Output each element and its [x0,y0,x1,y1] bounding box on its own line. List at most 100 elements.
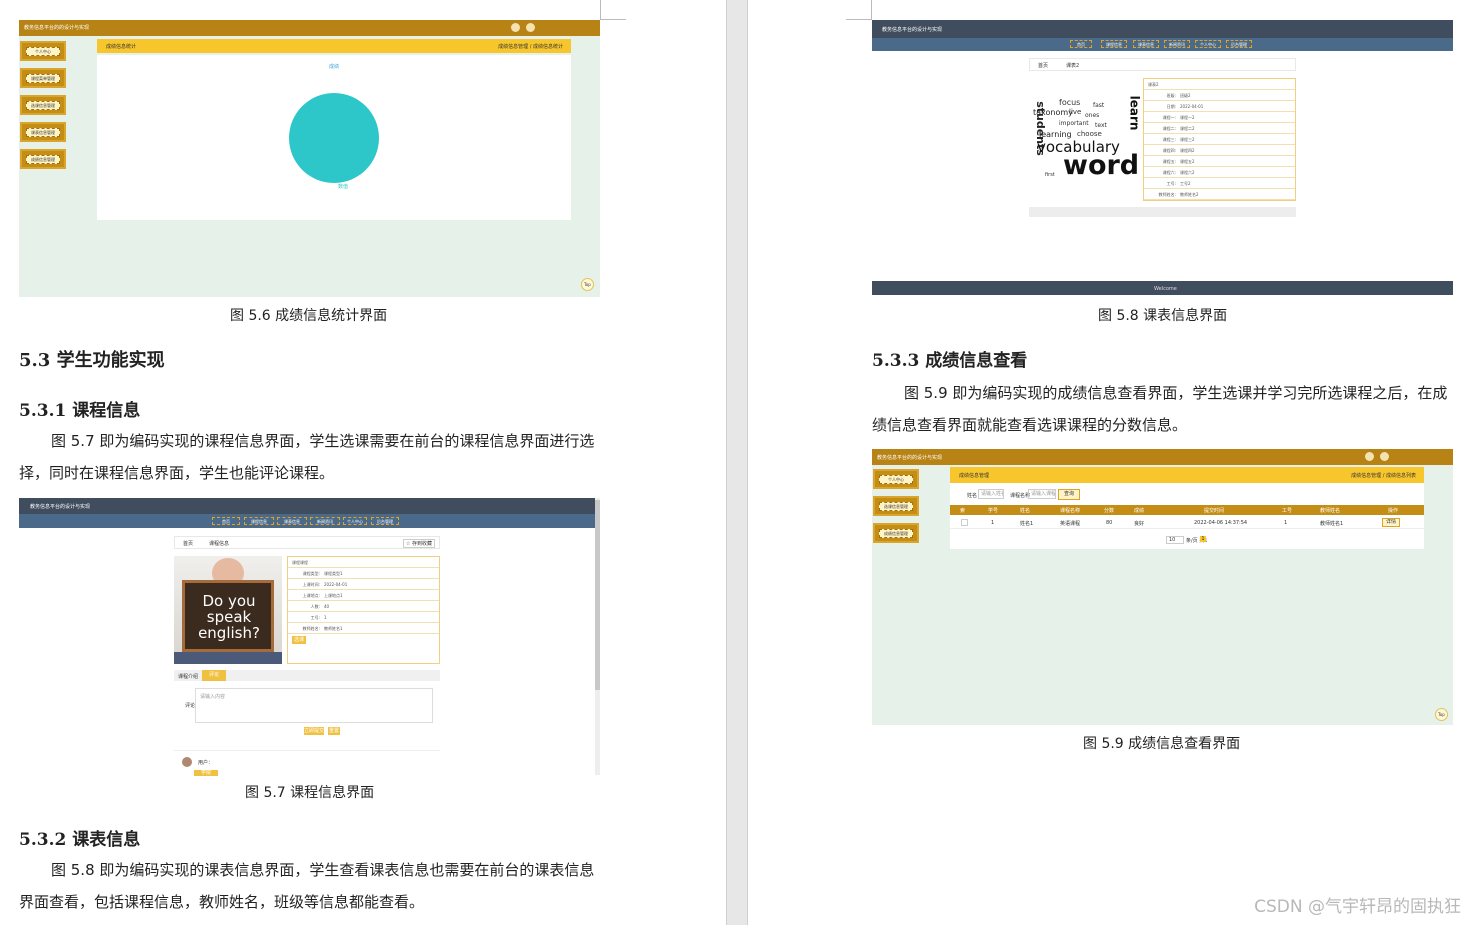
form-value: 2022-04-01 [1180,104,1204,109]
nav-item[interactable]: 课程信息 [1101,40,1127,48]
crop-mark [871,0,872,20]
form-value: 工号2 [1180,181,1191,186]
reply-button[interactable]: 学院 [194,770,218,776]
form-key: 课程五: [1162,159,1176,164]
tab-comment[interactable]: 评论 [202,670,226,681]
breadcrumb-home[interactable]: 首页 [1038,62,1048,69]
form-value: 教师姓名1 [324,626,343,631]
sidebar-shadow [19,172,67,297]
side-menu-label: 成绩信息管理 [879,529,913,538]
wordcloud-image: students learn taxonomy focus important … [1029,78,1141,188]
app-title: 教务信息平台的的设计与实现 [24,25,90,31]
crop-mark [600,19,626,20]
nav-item[interactable]: 后台管理 [1226,40,1252,48]
paragraph: 图 5.8 即为编码实现的课表信息界面，学生查看课表信息也需要在前台的课表信息界… [19,861,595,911]
footer-text: Welcome [1154,286,1177,292]
page-gutter [726,0,748,925]
form-value: 上课地点1 [324,593,343,598]
wordcloud-word: important [1059,120,1089,127]
favorite-button[interactable]: ☆ 存到收藏 [402,539,435,548]
pie-chart [289,93,379,183]
page-size-select[interactable]: 10 [1166,536,1184,544]
nav-item[interactable]: 个人中心 [343,517,367,525]
form-value: 教师姓名2 [1180,192,1199,197]
csdn-watermark: CSDN @气宇轩昂的固执狂 [1254,897,1461,917]
user-icon[interactable] [1380,452,1389,461]
fullscreen-icon[interactable] [511,23,520,32]
nav-item[interactable]: 个人中心 [1195,40,1221,48]
table-header-cell: 成绩 [1134,508,1145,514]
back-to-top-button[interactable]: Top [1435,708,1448,721]
form-key: 日期: [1166,104,1176,109]
side-menu-label: 选课信息管理 [879,502,913,511]
form-key: 上课时间: [302,582,320,587]
form-key: 课程类型: [302,571,320,576]
side-menu-item[interactable]: 成绩信息管理 [873,523,919,543]
wordcloud-word: ones [1085,112,1100,119]
nav-item[interactable]: 课程信息 [244,517,274,525]
form-key: 教师姓名: [1158,192,1176,197]
detail-button[interactable]: 详情 [1382,518,1400,527]
wordcloud-word: taxonomy [1033,108,1073,117]
sidebar-shadow [872,547,920,725]
submit-button[interactable]: 立即提交 [304,727,324,735]
figure-5-7-screenshot: 教务信息平台的设计与实现 首页 课程信息 课表信息 新闻资讯 个人中心 后台管理… [19,498,600,776]
table-cell: 2022-04-06 14:37:54 [1194,520,1248,526]
nav-item[interactable]: 新闻资讯 [1164,40,1190,48]
form-value: 2022-04-01 [324,582,348,587]
search-input-course[interactable]: 请输入课程名 [1028,489,1056,499]
wordcloud-word-big: word [1063,150,1140,181]
side-menu-item[interactable]: 个人中心 [20,41,66,61]
form-key: 课程二: [1162,126,1176,131]
row-checkbox[interactable] [961,519,968,526]
form-row: 上课时间: 2022-04-01 [288,579,439,590]
breadcrumb-bar: 成绩信息统计 成绩信息管理 / 成绩信息统计 [97,39,571,53]
form-key: 课程三: [1162,137,1176,142]
figure-caption: 图 5.8 课表信息界面 [1098,308,1228,324]
reset-button[interactable]: 重置 [328,727,340,735]
side-menu-item[interactable]: 课程菜单管理 [20,68,66,88]
fullscreen-icon[interactable] [1365,452,1374,461]
form-key: 课程一: [1162,115,1176,120]
form-row: 课程三: 课程三2 [1144,134,1295,145]
comment-label: 评论 [185,703,196,709]
pie-slice [289,93,379,183]
nav-item[interactable]: 后台管理 [371,517,399,525]
side-menu-label: 个人中心 [26,47,60,56]
form-row: 课程二: 课程二2 [1144,123,1295,134]
pagination-page[interactable]: 1 [1200,536,1206,542]
nav-item[interactable]: 课表信息 [1133,40,1159,48]
side-menu-item[interactable]: 个人中心 [873,469,919,489]
section-heading: 5.3 学生功能实现 [19,350,165,371]
nav-item[interactable]: 新闻资讯 [310,517,340,525]
comment-textarea[interactable]: 请输入内容 [195,688,433,723]
person-shirt [174,652,282,664]
search-input-name[interactable]: 请输入姓名 [978,489,1004,499]
back-to-top-button[interactable]: Top [581,278,594,291]
side-menu-item[interactable]: 选课信息管理 [20,95,66,115]
breadcrumb-home[interactable]: 首页 [183,540,193,547]
form-title: 课程课程 [288,557,439,568]
side-menu-item[interactable]: 选课信息管理 [873,496,919,516]
user-icon[interactable] [526,23,535,32]
breadcrumb-current: 课程信息 [209,541,230,547]
nav-item[interactable]: 课表信息 [277,517,307,525]
paragraph: 图 5.7 即为编码实现的课程信息界面，学生选课需要在前台的课程信息界面进行选择… [19,432,595,482]
scrollbar-thumb[interactable] [595,500,600,690]
table-panel: 姓名 请输入姓名 课程名称 请输入课程名 查询 索 学号 姓名 课程名称 分数 … [950,483,1424,549]
tab-course-intro[interactable]: 课程介绍 [178,673,198,680]
side-menu-item[interactable]: 课表信息管理 [20,122,66,142]
scrollbar[interactable] [595,498,600,775]
search-button[interactable]: 查询 [1058,489,1080,500]
select-course-button[interactable]: 选课 [292,636,306,644]
course-info-form: 课程课程 课程类型: 课程类型1 上课时间: 2022-04-01 上课地点: 上课地… [287,556,440,664]
breadcrumb-title: 成绩信息统计 [106,44,137,50]
table-row: 1 姓名1 英语课程 80 良好 2022-04-06 14:37:54 1 教… [950,516,1424,529]
breadcrumb-bar: 首页 课程信息 ☆ 存到收藏 [174,536,440,549]
breadcrumb-title: 成绩信息管理 [959,473,990,479]
figure-caption: 图 5.6 成绩信息统计界面 [230,308,388,324]
nav-item[interactable]: 首页 [212,517,240,525]
form-key: 班级: [1166,93,1176,98]
side-menu-item[interactable]: 成绩信息管理 [20,149,66,169]
nav-item[interactable]: 首页 [1070,40,1092,48]
